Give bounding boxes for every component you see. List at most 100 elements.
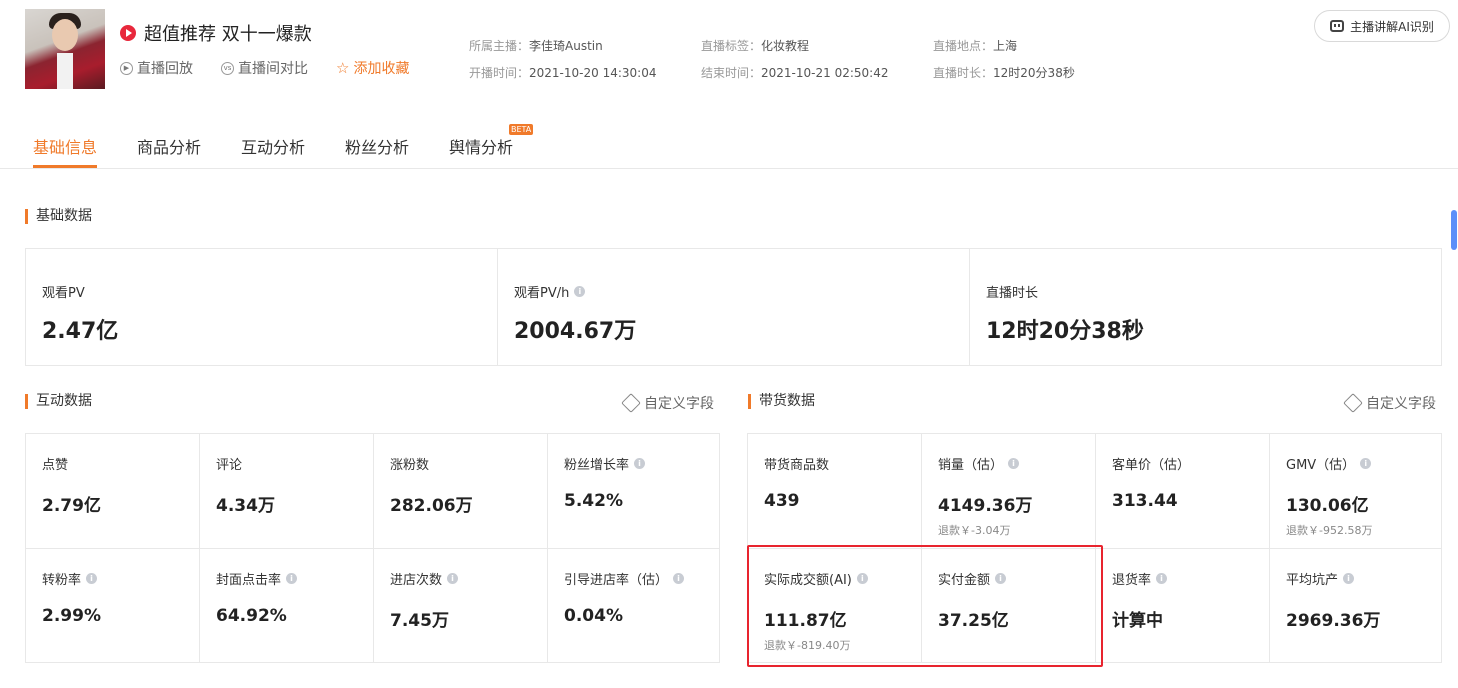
header-actions: ▶ 直播回放 vs 直播间对比 ☆ 添加收藏 [120,58,409,78]
metric-live-duration: 直播时长 12时20分38秒 [970,249,1441,365]
metric-actual-deal-amount: 实际成交额(AI) i 111.87亿 退款￥-819.40万 [748,549,922,662]
metric-fan-growth-rate: 粉丝增长率 i 5.42% [548,434,719,549]
metric-label: 客单价（估） [1112,458,1191,473]
star-icon: ☆ [336,58,350,77]
custom-field-button-sales[interactable]: 自定义字段 [1343,393,1436,413]
basic-data-grid: 观看PV 2.47亿 观看PV/h i 2004.67万 直播时长 12时20分3… [25,248,1442,366]
metric-cover-ctr: 封面点击率 i 64.92% [200,549,374,662]
robot-icon [1330,20,1345,32]
metric-label: 实付金额 i [938,569,1095,588]
beta-badge: BETA [509,124,534,135]
vs-icon: vs [221,61,234,75]
compare-button[interactable]: vs 直播间对比 [221,58,308,78]
metric-label: 观看PV/h i [514,282,969,301]
metric-label: GMV（估） i [1286,454,1441,473]
tab-interaction-analysis[interactable]: 互动分析 [241,134,305,158]
metric-value: 计算中 [1112,611,1163,631]
metric-label: 封面点击率 i [216,569,373,588]
info-icon[interactable]: i [1360,458,1372,469]
info-icon[interactable]: i [447,573,459,584]
info-icon[interactable]: i [995,573,1007,584]
tab-basic-info[interactable]: 基础信息 [33,134,97,158]
section-title-sales: 带货数据 [748,394,815,409]
metric-return-rate: 退货率 i 计算中 [1096,549,1270,662]
metric-value: 2.79亿 [42,496,101,516]
section-title-basic: 基础数据 [25,209,92,224]
info-icon[interactable]: i [1156,573,1168,584]
metric-watch-pv-per-hour: 观看PV/h i 2004.67万 [498,249,970,365]
refund-note: 退款￥-819.40万 [764,639,851,652]
custom-field-button-interaction[interactable]: 自定义字段 [621,393,714,413]
info-icon[interactable]: i [673,573,685,584]
info-icon[interactable]: i [1008,458,1020,469]
live-platform-icon [120,25,136,41]
live-title-row: 超值推荐 双十一爆款 [120,20,312,46]
metric-comments: 评论 4.34万 [200,434,374,549]
replay-button[interactable]: ▶ 直播回放 [120,58,193,78]
metric-fan-conversion-rate: 转粉率 i 2.99% [26,549,200,662]
metric-label: 评论 [216,458,243,473]
meta-anchor: 所属主播：李佳琦Austin [469,39,603,53]
metric-value: 2.47亿 [42,319,119,344]
metric-product-count: 带货商品数 439 [748,434,922,549]
refund-note: 退款￥-3.04万 [938,524,1011,537]
metric-value: 64.92% [216,606,287,626]
replay-label: 直播回放 [137,61,193,77]
metric-value: 4.34万 [216,496,275,516]
metric-label: 引导进店率（估） i [564,569,719,588]
metric-label: 粉丝增长率 i [564,454,719,473]
ai-recognition-button[interactable]: 主播讲解AI识别 [1314,10,1450,42]
anchor-avatar [25,9,105,89]
metric-value: 2969.36万 [1286,611,1381,631]
edit-icon [621,393,641,413]
metric-label: 涨粉数 [390,458,430,473]
tab-fan-analysis[interactable]: 粉丝分析 [345,134,409,158]
metric-store-visits: 进店次数 i 7.45万 [374,549,548,662]
metric-value: 0.04% [564,606,623,626]
tab-sentiment-analysis[interactable]: 舆情分析 [449,134,513,158]
metric-label: 观看PV [42,286,85,301]
metric-store-guide-rate: 引导进店率（估） i 0.04% [548,549,719,662]
metric-label: 销量（估） i [938,454,1095,473]
metric-value: 2.99% [42,606,101,626]
metric-value: 4149.36万 [938,496,1033,516]
info-icon[interactable]: i [574,286,586,297]
info-icon[interactable]: i [1343,573,1355,584]
custom-field-label: 自定义字段 [1366,396,1436,412]
active-tab-indicator [33,165,97,168]
metric-label: 点赞 [42,458,69,473]
metric-value: 7.45万 [390,611,449,631]
section-title-interaction: 互动数据 [25,394,92,409]
tab-product-analysis[interactable]: 商品分析 [137,134,201,158]
scrollbar-thumb[interactable] [1451,210,1457,250]
metric-label: 转粉率 i [42,569,199,588]
meta-tag: 直播标签：化妆教程 [701,39,810,53]
favorite-button[interactable]: ☆ 添加收藏 [336,58,409,78]
metric-sales-volume: 销量（估） i 4149.36万 退款￥-3.04万 [922,434,1096,549]
info-icon[interactable]: i [286,573,298,584]
metric-value: 282.06万 [390,496,473,516]
interaction-data-grid: 点赞 2.79亿 评论 4.34万 涨粉数 282.06万 粉丝增长率 i 5.4… [25,433,720,663]
metric-value: 37.25亿 [938,611,1009,631]
metric-label: 进店次数 i [390,569,547,588]
metric-watch-pv: 观看PV 2.47亿 [26,249,498,365]
metric-value: 313.44 [1112,491,1178,511]
metric-label: 直播时长 [986,286,1039,301]
metric-avg-order-price: 客单价（估） 313.44 [1096,434,1270,549]
metric-value: 439 [764,491,800,511]
metric-value: 130.06亿 [1286,496,1369,516]
metric-gmv: GMV（估） i 130.06亿 退款￥-952.58万 [1270,434,1441,549]
info-icon[interactable]: i [86,573,98,584]
favorite-label: 添加收藏 [353,61,410,77]
page-title: 超值推荐 双十一爆款 [144,24,312,45]
info-icon[interactable]: i [856,573,868,584]
metric-new-fans: 涨粉数 282.06万 [374,434,548,549]
info-icon[interactable]: i [634,458,646,469]
ai-button-label: 主播讲解AI识别 [1350,19,1434,34]
metric-paid-amount: 实付金额 i 37.25亿 [922,549,1096,662]
meta-duration: 直播时长：12时20分38秒 [933,66,1075,80]
metric-label: 平均坑产 i [1286,569,1441,588]
metric-likes: 点赞 2.79亿 [26,434,200,549]
metric-value: 2004.67万 [514,319,637,344]
metric-value: 12时20分38秒 [986,319,1144,344]
